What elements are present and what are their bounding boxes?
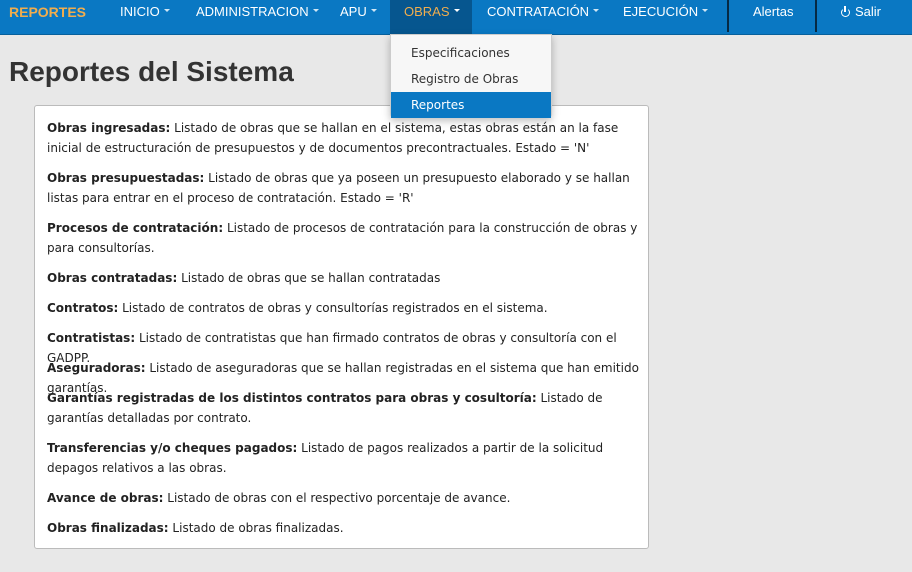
report-description: Listado de obras con el respectivo porce… (163, 491, 511, 505)
report-item-contratos[interactable]: Contratos: Listado de contratos de obras… (47, 298, 642, 318)
report-description: Listado de obras finalizadas. (168, 521, 344, 535)
brand-link[interactable]: REPORTES (9, 0, 86, 34)
reports-panel: Obras ingresadas: Listado de obras que s… (34, 105, 649, 549)
nav-menu-label: APU (340, 4, 367, 19)
obras-dropdown-menu: Especificaciones Registro de Obras Repor… (390, 34, 552, 118)
dropdown-item-registro-obras[interactable]: Registro de Obras (391, 66, 551, 92)
nav-menu-obras[interactable]: OBRAS (390, 0, 472, 34)
report-item-procesos-contratacion[interactable]: Procesos de contratación: Listado de pro… (47, 218, 642, 258)
caret-down-icon (312, 9, 319, 13)
report-item-obras-ingresadas[interactable]: Obras ingresadas: Listado de obras que s… (47, 118, 642, 158)
alerts-link[interactable]: Alertas (753, 0, 793, 34)
report-name: Avance de obras: (47, 491, 164, 505)
report-item-transferencias[interactable]: Transferencias y/o cheques pagados: List… (47, 438, 642, 478)
caret-down-icon (163, 9, 170, 13)
nav-menu-label: ADMINISTRACION (196, 4, 309, 19)
report-name: Garantías registradas de los distintos c… (47, 391, 537, 405)
nav-divider (815, 0, 817, 32)
report-description: Listado de contratos de obras y consulto… (118, 301, 548, 315)
nav-menu-administracion[interactable]: ADMINISTRACION (196, 0, 319, 34)
nav-menu-inicio[interactable]: INICIO (120, 0, 170, 34)
nav-menu-ejecucion[interactable]: EJECUCIÓN (623, 0, 709, 34)
report-description: Listado de obras que se hallan contratad… (177, 271, 441, 285)
logout-link[interactable]: Salir (841, 0, 881, 34)
nav-divider (727, 0, 729, 32)
report-item-obras-presupuestadas[interactable]: Obras presupuestadas: Listado de obras q… (47, 168, 642, 208)
nav-menu-label: CONTRATACIÓN (487, 4, 590, 19)
caret-down-icon (370, 9, 377, 13)
report-name: Procesos de contratación: (47, 221, 224, 235)
report-item-obras-finalizadas[interactable]: Obras finalizadas: Listado de obras fina… (47, 518, 642, 538)
report-item-avance-obras[interactable]: Avance de obras: Listado de obras con el… (47, 488, 642, 508)
report-name: Obras ingresadas: (47, 121, 171, 135)
report-name: Obras finalizadas: (47, 521, 169, 535)
power-icon (841, 6, 850, 17)
report-name: Obras contratadas: (47, 271, 178, 285)
dropdown-item-reportes[interactable]: Reportes (391, 92, 551, 118)
nav-menu-label: EJECUCIÓN (623, 4, 699, 19)
nav-menu-contratacion[interactable]: CONTRATACIÓN (487, 0, 600, 34)
caret-down-icon (593, 9, 600, 13)
caret-down-icon (453, 9, 460, 13)
top-navbar: REPORTES INICIO ADMINISTRACION APU OBRAS… (0, 0, 912, 35)
dropdown-item-especificaciones[interactable]: Especificaciones (391, 40, 551, 66)
logout-label: Salir (855, 4, 882, 19)
nav-menu-label: OBRAS (404, 4, 450, 19)
report-item-obras-contratadas[interactable]: Obras contratadas: Listado de obras que … (47, 268, 642, 288)
caret-down-icon (702, 9, 709, 13)
page-title: Reportes del Sistema (9, 56, 294, 87)
report-item-garantias[interactable]: Garantías registradas de los distintos c… (47, 388, 642, 428)
report-name: Aseguradoras: (47, 361, 146, 375)
report-name: Obras presupuestadas: (47, 171, 205, 185)
report-name: Contratistas: (47, 331, 136, 345)
nav-menu-label: INICIO (120, 4, 160, 19)
nav-menu-apu[interactable]: APU (340, 0, 377, 34)
report-name: Transferencias y/o cheques pagados: (47, 441, 298, 455)
report-name: Contratos: (47, 301, 119, 315)
